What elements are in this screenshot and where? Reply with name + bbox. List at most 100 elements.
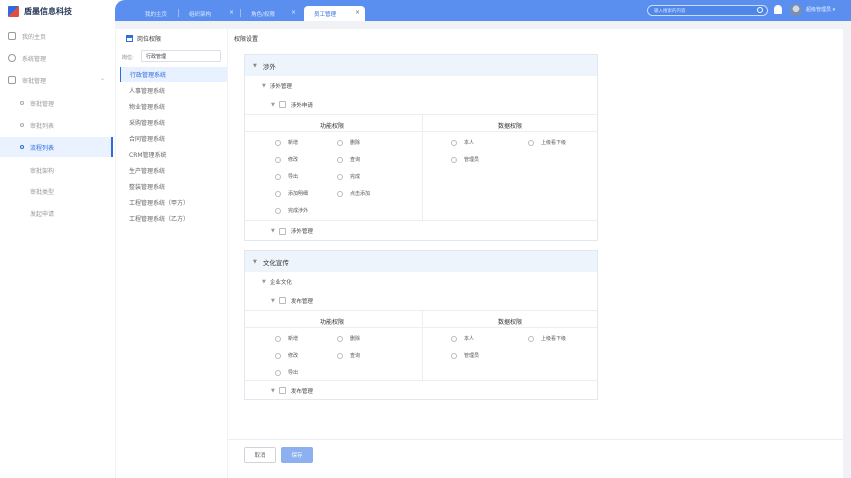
search-input[interactable]: 输入搜索的内容 bbox=[647, 5, 768, 16]
position-field[interactable]: 行政管理 bbox=[141, 50, 221, 62]
nav-leaf-architecture[interactable]: 审批架构 bbox=[30, 166, 54, 175]
item-row[interactable]: ▼ 涉外申请 bbox=[245, 95, 597, 114]
radio-button[interactable] bbox=[275, 207, 281, 214]
close-icon[interactable]: × bbox=[229, 9, 234, 16]
system-item[interactable]: CRM管理系统 bbox=[120, 147, 227, 162]
user-name: 超级管理员 bbox=[806, 7, 832, 13]
position-label: 岗位: bbox=[122, 55, 134, 61]
perm-option[interactable]: 删除 bbox=[337, 139, 360, 146]
perm-option[interactable]: 点击添加 bbox=[337, 190, 370, 197]
perm-option[interactable]: 完成涉外 bbox=[275, 207, 308, 214]
nav-sub-approval-manage[interactable]: 审批管理 bbox=[0, 93, 113, 113]
radio-button[interactable] bbox=[337, 173, 343, 180]
radio-button[interactable] bbox=[275, 190, 281, 197]
checkbox[interactable] bbox=[278, 227, 286, 235]
perm-label: 删除 bbox=[350, 140, 361, 146]
data-option[interactable]: 本人 bbox=[451, 139, 474, 146]
perm-option[interactable]: 新增 bbox=[275, 139, 298, 146]
data-option[interactable]: 上级看下级 bbox=[528, 335, 566, 342]
perm-option[interactable]: 添加明细 bbox=[275, 190, 308, 197]
brand-logo[interactable]: 盾墨信息科技 bbox=[8, 6, 72, 17]
nav-leaf-types[interactable]: 审批类型 bbox=[30, 187, 54, 196]
radio-button[interactable] bbox=[451, 139, 457, 146]
system-item[interactable]: 工程管理系统（乙方） bbox=[120, 211, 227, 226]
position-panel: 岗位权限 岗位: 行政管理 行政管理系统 人事管理系统 物业管理系统 采购管理系… bbox=[116, 29, 227, 478]
perm-option[interactable]: 查询 bbox=[337, 352, 360, 359]
data-option[interactable]: 本人 bbox=[451, 335, 474, 342]
card-header[interactable]: ▼ 涉外 bbox=[245, 55, 597, 76]
divider bbox=[245, 327, 597, 328]
nav-sub-label: 流程列表 bbox=[30, 144, 55, 152]
system-item[interactable]: 整装管理系统 bbox=[120, 179, 227, 194]
radio-button[interactable] bbox=[451, 156, 457, 163]
radio-button[interactable] bbox=[528, 139, 534, 146]
nav-sub-process-list[interactable]: 流程列表 bbox=[0, 137, 113, 157]
system-item[interactable]: 采购管理系统 bbox=[120, 115, 227, 130]
data-option[interactable]: 上级看下级 bbox=[528, 139, 566, 146]
gear-icon bbox=[8, 54, 16, 62]
checkbox[interactable] bbox=[278, 297, 286, 304]
item-row[interactable]: ▼ 发布管理 bbox=[245, 291, 597, 310]
perm-label: 上级看下级 bbox=[541, 140, 567, 146]
system-item[interactable]: 行政管理系统 bbox=[120, 67, 227, 82]
group-row[interactable]: ▼ 涉外管理 bbox=[245, 76, 597, 95]
radio-button[interactable] bbox=[275, 369, 281, 376]
bell-icon[interactable] bbox=[774, 5, 782, 14]
radio-button[interactable] bbox=[337, 190, 343, 197]
tab-staff[interactable]: 员工管理 × bbox=[304, 6, 365, 21]
perm-option[interactable]: 导出 bbox=[275, 173, 298, 180]
user-menu[interactable]: 超级管理员 ▾ bbox=[806, 6, 835, 13]
checkbox[interactable] bbox=[278, 101, 286, 108]
system-item[interactable]: 工程管理系统（甲方） bbox=[120, 195, 227, 210]
group-row[interactable]: ▼ 企业文化 bbox=[245, 272, 597, 291]
perm-option[interactable]: 修改 bbox=[275, 156, 298, 163]
perm-option[interactable]: 查询 bbox=[337, 156, 360, 163]
cancel-button[interactable]: 取消 bbox=[244, 447, 276, 463]
perm-label: 管理员 bbox=[464, 353, 480, 359]
radio-button[interactable] bbox=[337, 139, 343, 146]
data-option[interactable]: 管理员 bbox=[451, 352, 479, 359]
system-item[interactable]: 人事管理系统 bbox=[120, 83, 227, 98]
system-item[interactable]: 合同管理系统 bbox=[120, 131, 227, 146]
perm-option[interactable]: 完成 bbox=[337, 173, 360, 180]
radio-button[interactable] bbox=[275, 173, 281, 180]
tab-org[interactable]: 组织架构 × bbox=[179, 6, 239, 21]
radio-button[interactable] bbox=[275, 352, 281, 359]
user-icon bbox=[8, 76, 16, 84]
save-button[interactable]: 保存 bbox=[281, 447, 313, 463]
tab-roles[interactable]: 角色/权限 × bbox=[241, 6, 301, 21]
close-icon[interactable]: × bbox=[291, 9, 296, 16]
search-icon[interactable] bbox=[757, 7, 763, 13]
system-item[interactable]: 物业管理系统 bbox=[120, 99, 227, 114]
radio-button[interactable] bbox=[451, 335, 457, 342]
caret-down-icon: ▼ bbox=[271, 101, 275, 108]
radio-button[interactable] bbox=[528, 335, 534, 342]
perm-option[interactable]: 修改 bbox=[275, 352, 298, 359]
system-item[interactable]: 生产管理系统 bbox=[120, 163, 227, 178]
caret-down-icon: ▼ bbox=[271, 228, 275, 234]
radio-button[interactable] bbox=[275, 139, 281, 146]
radio-button[interactable] bbox=[451, 352, 457, 359]
nav-item-approval[interactable]: 审批管理 ⌄ bbox=[0, 71, 113, 89]
perm-label: 查询 bbox=[350, 353, 361, 359]
data-option[interactable]: 管理员 bbox=[451, 156, 479, 163]
checkbox[interactable] bbox=[278, 387, 286, 394]
radio-button[interactable] bbox=[337, 156, 343, 163]
perm-option[interactable]: 导出 bbox=[275, 369, 298, 376]
avatar[interactable] bbox=[790, 4, 802, 16]
item-row[interactable]: ▼ 发布管理 bbox=[245, 381, 597, 400]
nav-item-system[interactable]: 系统管理 bbox=[0, 49, 113, 67]
card-header[interactable]: ▼ 文化宣传 bbox=[245, 251, 597, 272]
radio-button[interactable] bbox=[337, 352, 343, 359]
nav-sub-approval-list[interactable]: 审批列表 bbox=[0, 115, 113, 135]
radio-button[interactable] bbox=[275, 335, 281, 342]
radio-button[interactable] bbox=[275, 156, 281, 163]
item-row[interactable]: ▼ 涉外管理 bbox=[245, 221, 597, 241]
nav-item-home[interactable]: 我的主页 bbox=[0, 27, 113, 45]
perm-option[interactable]: 删除 bbox=[337, 335, 360, 342]
perm-option[interactable]: 新增 bbox=[275, 335, 298, 342]
nav-leaf-start[interactable]: 发起申请 bbox=[30, 209, 54, 218]
radio-button[interactable] bbox=[337, 335, 343, 342]
close-icon[interactable]: × bbox=[355, 9, 360, 16]
perm-label: 导出 bbox=[288, 370, 299, 376]
